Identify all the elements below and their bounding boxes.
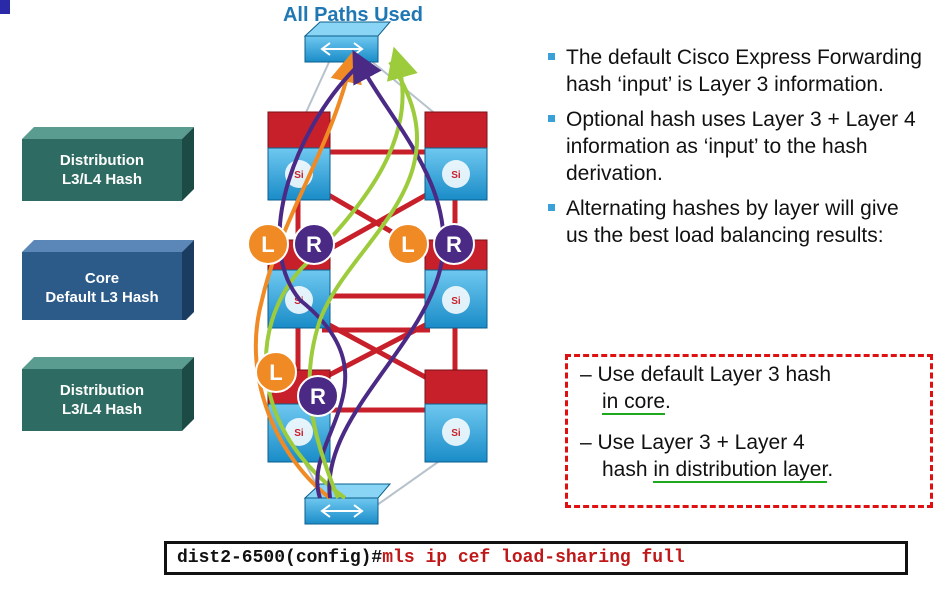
- bullet-text: Optional hash uses Layer 3 + Layer 4 inf…: [566, 108, 916, 185]
- command-prompt: dist2-6500(config)#: [177, 548, 383, 568]
- node-letter: L: [401, 232, 414, 257]
- bullet-list: The default Cisco Express Forwarding has…: [548, 44, 926, 257]
- node-letter: R: [306, 232, 322, 257]
- sub-bullet-continuation: in core.: [580, 390, 671, 415]
- underlined-text: in distribution layer: [653, 458, 828, 483]
- bullet-text: Alternating hashes by layer will give us…: [566, 197, 899, 247]
- bullet-square-icon: [548, 115, 555, 122]
- bullet-item: Optional hash uses Layer 3 + Layer 4 inf…: [548, 106, 926, 187]
- recommendation-box: – Use default Layer 3 hash in core. – Us…: [565, 354, 933, 508]
- node-R-dist-left: R: [297, 375, 339, 417]
- node-L-dist-left: L: [255, 351, 297, 393]
- sub-bullet-period: .: [827, 458, 834, 481]
- node-letter: R: [310, 384, 326, 409]
- underlined-text: in core: [602, 390, 666, 415]
- si-badge: Si: [451, 428, 461, 439]
- sub-bullet-text: hash: [602, 458, 654, 481]
- switch-dist-bottom-right: [424, 369, 488, 463]
- sub-bullet-core: – Use default Layer 3 hash in core.: [580, 361, 831, 415]
- node-L-core-right: L: [387, 223, 429, 265]
- bullet-text: The default Cisco Express Forwarding has…: [566, 46, 922, 96]
- access-switch-top: [303, 21, 392, 63]
- bullet-item: The default Cisco Express Forwarding has…: [548, 44, 926, 98]
- sub-bullet-text: – Use Layer 3 + Layer 4: [580, 431, 805, 454]
- node-letter: R: [446, 232, 462, 257]
- si-badge: Si: [294, 170, 304, 181]
- bullet-square-icon: [548, 204, 555, 211]
- sub-bullet-continuation: hash in distribution layer.: [580, 458, 834, 483]
- si-badge: Si: [294, 428, 304, 439]
- node-letter: L: [261, 232, 274, 257]
- node-R-core-right: R: [433, 223, 475, 265]
- node-letter: L: [269, 360, 282, 385]
- sub-bullet-period: .: [665, 390, 671, 413]
- si-badge: Si: [451, 296, 461, 307]
- sub-bullet-text: – Use default Layer 3 hash: [580, 363, 831, 386]
- command-box: dist2-6500(config)#mls ip cef load-shari…: [164, 541, 908, 575]
- sub-bullet-distribution: – Use Layer 3 + Layer 4 hash in distribu…: [580, 429, 833, 483]
- bullet-item: Alternating hashes by layer will give us…: [548, 195, 926, 249]
- command-text: mls ip cef load-sharing full: [382, 548, 685, 568]
- bullet-square-icon: [548, 53, 555, 60]
- node-R-core-left: R: [293, 223, 335, 265]
- node-L-core-left: L: [247, 223, 289, 265]
- si-badge: Si: [451, 170, 461, 181]
